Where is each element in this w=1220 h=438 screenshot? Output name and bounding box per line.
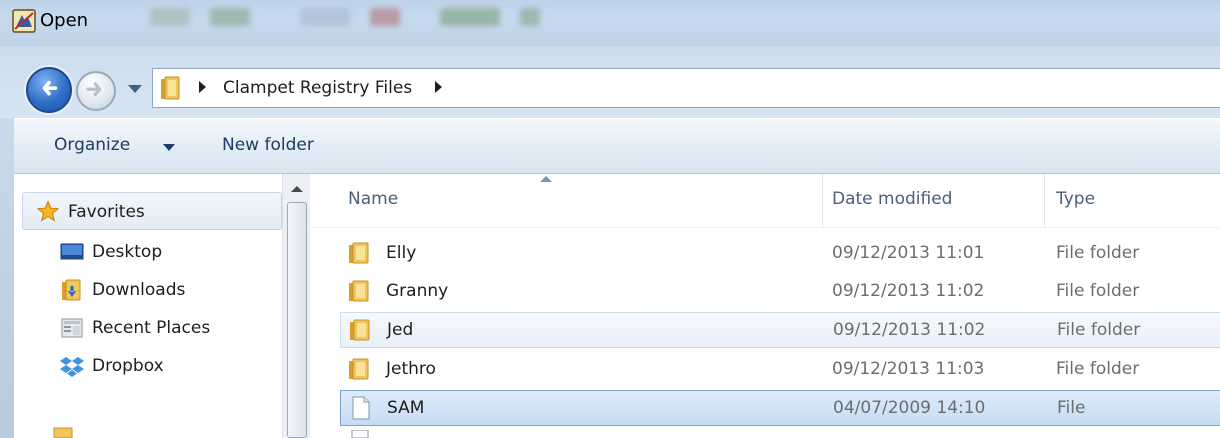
dropbox-icon: [60, 357, 84, 377]
column-header-name[interactable]: Name: [348, 189, 398, 209]
file-name: SAM: [387, 398, 425, 418]
star-icon: [36, 200, 60, 222]
file-icon: [351, 430, 369, 438]
file-row-selected[interactable]: SAM 04/07/2009 14:10 File: [340, 390, 1220, 426]
nav-item-label: Desktop: [92, 242, 163, 262]
file-date-modified: 09/12/2013 11:03: [832, 359, 985, 379]
file-list: Name Date modified Type Elly 09/12/2013 …: [310, 174, 1220, 438]
app-icon: [12, 9, 36, 33]
file-type: File folder: [1056, 243, 1140, 263]
folder-icon: [349, 242, 369, 264]
window-title: Open: [40, 10, 89, 31]
back-button[interactable]: [26, 67, 72, 113]
command-toolbar: Organize New folder: [14, 118, 1220, 174]
navigation-pane: Favorites Desktop Downloads Recent Place…: [14, 174, 310, 438]
file-icon: [352, 396, 370, 420]
file-date-modified: 09/12/2013 11:01: [832, 243, 985, 263]
column-header-date-modified[interactable]: Date modified: [832, 189, 952, 209]
nav-item-label: Favorites: [68, 202, 145, 222]
address-bar[interactable]: Clampet Registry Files: [152, 68, 1220, 108]
file-name: Jed: [387, 320, 414, 340]
window-frame: [0, 118, 14, 438]
desktop-icon: [60, 243, 84, 260]
file-type: File: [1057, 398, 1086, 418]
nav-item-favorites[interactable]: Favorites: [36, 196, 145, 228]
nav-item-label: Downloads: [92, 280, 186, 300]
arrow-right-icon: [86, 82, 102, 97]
nav-item-dropbox[interactable]: Dropbox: [60, 350, 164, 382]
scroll-up-arrow-icon[interactable]: [291, 186, 303, 192]
nav-item-recent-places[interactable]: Recent Places: [60, 312, 210, 344]
recent-places-icon: [61, 318, 83, 338]
file-date-modified: 09/12/2013 11:02: [833, 320, 986, 340]
folder-icon: [349, 280, 369, 302]
organize-button[interactable]: Organize: [54, 135, 130, 155]
nav-pane-scrollbar[interactable]: [282, 174, 310, 438]
file-row[interactable]: Granny 09/12/2013 11:02 File folder: [340, 274, 1220, 310]
folder-icon: [349, 358, 369, 380]
file-type: File folder: [1056, 359, 1140, 379]
new-folder-button[interactable]: New folder: [222, 135, 314, 155]
file-row[interactable]: Elly 09/12/2013 11:01 File folder: [340, 236, 1220, 272]
nav-item-label: Recent Places: [92, 318, 211, 338]
column-divider[interactable]: [822, 174, 823, 228]
downloads-icon: [62, 279, 81, 301]
breadcrumb-current-folder[interactable]: Clampet Registry Files: [223, 78, 412, 98]
file-row[interactable]: Jethro 09/12/2013 11:03 File folder: [340, 352, 1220, 388]
column-divider[interactable]: [1044, 174, 1045, 228]
file-name: Jethro: [386, 359, 436, 379]
blurred-toolbar-ghost: [300, 8, 350, 26]
navigation-row: Clampet Registry Files: [0, 46, 1220, 118]
folder-icon: [161, 76, 180, 100]
blurred-toolbar-ghost: [370, 8, 400, 26]
nav-item-label: Dropbox: [92, 356, 164, 376]
breadcrumb-chevron-icon[interactable]: [435, 81, 442, 93]
folder-icon: [350, 319, 370, 341]
forward-button[interactable]: [76, 71, 116, 111]
sort-ascending-icon: [540, 176, 552, 182]
arrow-left-icon: [42, 80, 58, 96]
blurred-toolbar-ghost: [210, 8, 250, 26]
file-type: File folder: [1057, 320, 1141, 340]
blurred-toolbar-ghost: [520, 8, 540, 26]
scrollbar-thumb[interactable]: [287, 202, 307, 438]
nav-item-desktop[interactable]: Desktop: [60, 236, 162, 268]
nav-item-downloads[interactable]: Downloads: [60, 274, 185, 306]
blurred-toolbar-ghost: [440, 8, 500, 26]
column-header-type[interactable]: Type: [1056, 189, 1095, 209]
file-date-modified: 09/12/2013 11:02: [832, 281, 985, 301]
recent-locations-dropdown[interactable]: [128, 85, 142, 93]
title-bar: Open: [0, 0, 1220, 46]
folder-icon: [53, 427, 73, 438]
file-name: Elly: [386, 243, 417, 263]
breadcrumb-chevron-icon[interactable]: [199, 81, 206, 93]
column-header-row: Name Date modified Type: [310, 174, 1220, 228]
chevron-down-icon: [163, 144, 175, 151]
file-row[interactable]: Jed 09/12/2013 11:02 File folder: [340, 312, 1220, 348]
file-date-modified: 04/07/2009 14:10: [833, 398, 986, 418]
file-name: Granny: [386, 281, 449, 301]
file-type: File folder: [1056, 281, 1140, 301]
blurred-toolbar-ghost: [150, 8, 190, 26]
